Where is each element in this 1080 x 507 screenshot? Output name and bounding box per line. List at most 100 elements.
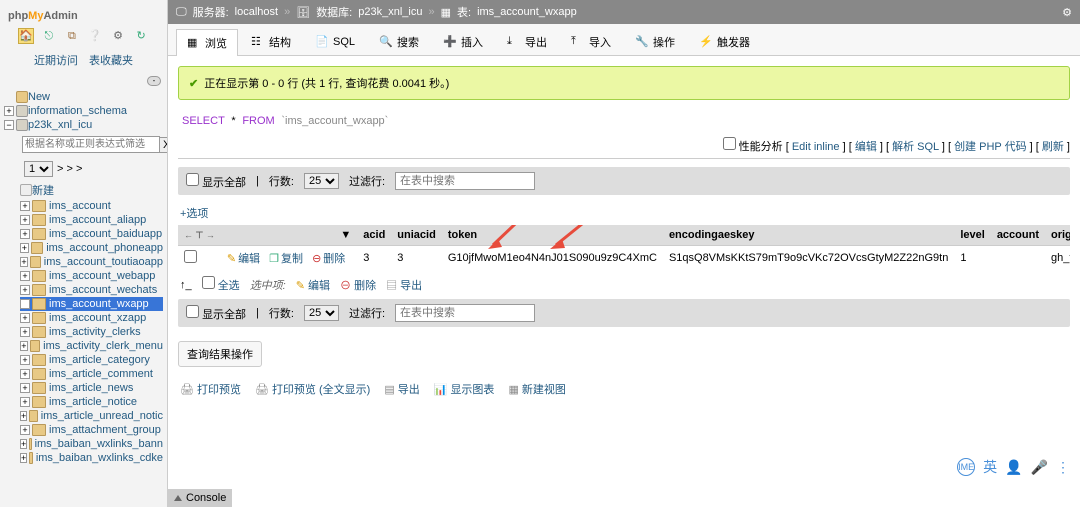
tree-table[interactable]: + ims_account_baiduapp bbox=[20, 227, 163, 241]
row-edit-link[interactable]: ✎编辑 bbox=[227, 250, 260, 266]
tree-db[interactable]: + information_schema bbox=[4, 104, 163, 118]
tree-db[interactable]: − p23k_xnl_icu bbox=[4, 118, 163, 132]
refresh-link[interactable]: 刷新 bbox=[1042, 141, 1064, 153]
tree-table[interactable]: + ims_article_category bbox=[20, 353, 163, 367]
sel-delete-link[interactable]: ⊖ 删除 bbox=[340, 277, 376, 293]
rows-select[interactable]: 25 bbox=[304, 173, 339, 189]
tab-browse[interactable]: ▦浏览 bbox=[176, 29, 238, 56]
options-link[interactable]: +选项 bbox=[180, 208, 208, 220]
tree-table[interactable]: + ims_account_aliapp bbox=[20, 213, 163, 227]
logout-icon[interactable]: ⎋ bbox=[41, 30, 57, 46]
tree-table[interactable]: + ims_article_unread_notic bbox=[20, 409, 163, 423]
expand-icon[interactable]: + bbox=[20, 425, 30, 435]
db-link[interactable]: p23k_xnl_icu bbox=[358, 6, 422, 18]
col-header[interactable]: account bbox=[991, 225, 1045, 246]
row-delete-link[interactable]: ⊖删除 bbox=[312, 250, 345, 266]
ime-person-icon[interactable]: 👤 bbox=[1005, 459, 1022, 476]
tab-import[interactable]: ⤒导入 bbox=[560, 28, 622, 55]
php-link[interactable]: 创建 PHP 代码 bbox=[954, 141, 1027, 153]
reload-icon[interactable]: ↻ bbox=[133, 29, 149, 45]
tab-triggers[interactable]: ⚡触发器 bbox=[688, 28, 761, 55]
clear-filter-icon[interactable]: X bbox=[159, 137, 167, 153]
sel-export-link[interactable]: ▤ 导出 bbox=[386, 277, 422, 293]
tree-table[interactable]: + ims_baiban_wxlinks_cdke bbox=[20, 451, 163, 465]
profiling-checkbox[interactable] bbox=[723, 137, 736, 150]
row-checkbox[interactable] bbox=[184, 250, 197, 263]
tab-search[interactable]: 🔍搜索 bbox=[368, 28, 430, 55]
select-all-checkbox[interactable] bbox=[202, 276, 215, 289]
tree-table[interactable]: + ims_account_webapp bbox=[20, 269, 163, 283]
expand-icon[interactable]: + bbox=[20, 313, 30, 323]
filter-input-2[interactable] bbox=[395, 304, 535, 322]
row-copy-link[interactable]: ❐复制 bbox=[269, 250, 303, 266]
ime-menu-icon[interactable]: ⋮ bbox=[1056, 459, 1070, 476]
expand-icon[interactable]: + bbox=[20, 327, 30, 337]
expand-icon[interactable]: + bbox=[20, 383, 30, 393]
expand-icon[interactable]: + bbox=[20, 355, 30, 365]
edit-link[interactable]: 编辑 bbox=[855, 141, 877, 153]
ime-indicator[interactable]: IME bbox=[957, 458, 975, 476]
expand-icon[interactable]: + bbox=[20, 271, 30, 281]
print-link[interactable]: 🖨打印预览 bbox=[180, 381, 241, 397]
server-link[interactable]: localhost bbox=[235, 6, 278, 18]
favorites-link[interactable]: 表收藏夹 bbox=[89, 55, 133, 67]
settings-icon[interactable]: ⚙ bbox=[110, 29, 126, 45]
ime-mic-icon[interactable]: 🎤 bbox=[1031, 459, 1048, 476]
table-filter-input[interactable] bbox=[22, 136, 160, 153]
expand-icon[interactable]: + bbox=[4, 106, 14, 116]
print-full-link[interactable]: 🖨打印预览 (全文显示) bbox=[255, 381, 370, 397]
expand-icon[interactable]: + bbox=[20, 369, 30, 379]
tab-insert[interactable]: ➕插入 bbox=[432, 28, 494, 55]
tree-table[interactable]: + ims_article_notice bbox=[20, 395, 163, 409]
page-settings-icon[interactable]: ⚙ bbox=[1062, 6, 1072, 19]
page-next-link[interactable]: > > > bbox=[57, 163, 82, 175]
table-link[interactable]: ims_account_wxapp bbox=[477, 6, 577, 18]
col-header[interactable]: encodingaeskey bbox=[663, 225, 954, 246]
expand-icon[interactable]: + bbox=[20, 201, 30, 211]
tree-table[interactable]: + ims_account_toutiaoapp bbox=[20, 255, 163, 269]
tree-table[interactable]: + ims_baiban_wxlinks_bann bbox=[20, 437, 163, 451]
explain-link[interactable]: 解析 SQL bbox=[892, 141, 939, 153]
col-header[interactable]: token bbox=[442, 225, 663, 246]
ime-widget[interactable]: IME 英 👤 🎤 ⋮ bbox=[957, 457, 1070, 477]
recent-link[interactable]: 近期访问 bbox=[34, 55, 78, 67]
console-bar[interactable]: Console bbox=[168, 489, 232, 507]
show-all-checkbox-2[interactable] bbox=[186, 305, 199, 318]
tree-table[interactable]: + ims_account bbox=[20, 199, 163, 213]
tree-new-table[interactable]: 新建 bbox=[20, 181, 163, 199]
rows-select-2[interactable]: 25 bbox=[304, 305, 339, 321]
logo[interactable]: phpMyAdmin bbox=[0, 0, 167, 26]
tab-operations[interactable]: 🔧操作 bbox=[624, 28, 686, 55]
export-link[interactable]: ▤导出 bbox=[384, 381, 419, 397]
expand-icon[interactable]: + bbox=[20, 411, 27, 421]
tree-table[interactable]: + ims_account_wxapp bbox=[20, 297, 163, 311]
tree-new[interactable]: New bbox=[4, 90, 163, 104]
sql-icon[interactable]: ⧉ bbox=[64, 30, 80, 46]
filter-input[interactable] bbox=[395, 172, 535, 190]
tree-table[interactable]: + ims_account_wechats bbox=[20, 283, 163, 297]
expand-icon[interactable]: + bbox=[20, 299, 30, 309]
docs-icon[interactable]: ❔ bbox=[87, 29, 103, 45]
expand-icon[interactable]: + bbox=[20, 243, 29, 253]
expand-icon[interactable]: + bbox=[20, 285, 30, 295]
chart-link[interactable]: 📊显示图表 bbox=[434, 381, 495, 397]
expand-icon[interactable]: + bbox=[20, 341, 28, 351]
col-header[interactable]: uniacid bbox=[391, 225, 442, 246]
expand-icon[interactable]: + bbox=[20, 229, 30, 239]
col-header[interactable]: level bbox=[954, 225, 990, 246]
expand-icon[interactable]: + bbox=[20, 215, 30, 225]
sel-edit-link[interactable]: ✎ 编辑 bbox=[296, 277, 330, 293]
table-row[interactable]: ✎编辑 ❐复制 ⊖删除 3 3 G10jfMwoM1eo4N4nJ01S090u… bbox=[178, 246, 1070, 271]
expand-icon[interactable]: − bbox=[4, 120, 14, 130]
tree-table[interactable]: + ims_article_comment bbox=[20, 367, 163, 381]
expand-icon[interactable]: + bbox=[20, 439, 27, 449]
tree-table[interactable]: + ims_attachment_group bbox=[20, 423, 163, 437]
ime-lang[interactable]: 英 bbox=[983, 457, 997, 477]
edit-inline-link[interactable]: Edit inline bbox=[792, 141, 840, 153]
home-icon[interactable]: 🏠 bbox=[18, 28, 34, 44]
expand-icon[interactable]: + bbox=[20, 257, 28, 267]
col-header[interactable]: acid bbox=[357, 225, 391, 246]
expand-icon[interactable]: + bbox=[20, 397, 30, 407]
expand-icon[interactable]: + bbox=[20, 453, 27, 463]
tree-table[interactable]: + ims_article_news bbox=[20, 381, 163, 395]
